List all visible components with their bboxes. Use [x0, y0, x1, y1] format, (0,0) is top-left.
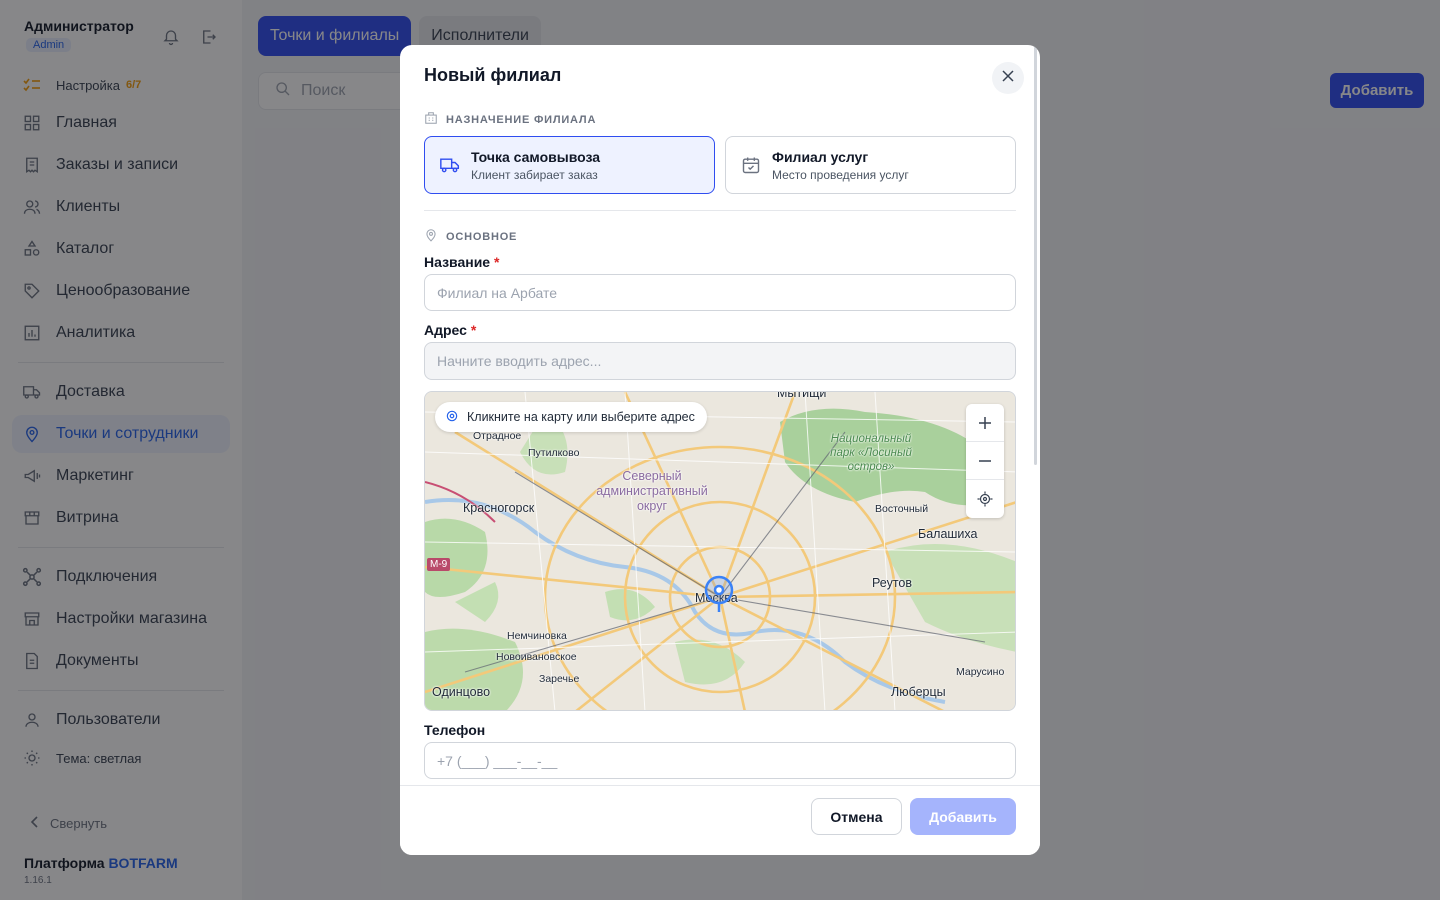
section-basic-label: ОСНОВНОЕ: [446, 230, 518, 243]
dialog-scrollbar[interactable]: [1034, 45, 1037, 465]
road-badge: М-9: [427, 558, 451, 571]
section-basic: ОСНОВНОЕ: [424, 228, 517, 245]
map-place: Немчиновка: [507, 630, 567, 642]
submit-button[interactable]: Добавить: [910, 798, 1016, 835]
map-place: Реутов: [872, 576, 913, 590]
name-label: Название *: [424, 254, 499, 270]
section-purpose: НАЗНАЧЕНИЕ ФИЛИАЛА: [424, 111, 596, 128]
locate-button[interactable]: [966, 480, 1004, 518]
phone-input[interactable]: [424, 742, 1016, 779]
map-place: Восточный: [875, 503, 929, 515]
map-place: Мытищи: [777, 391, 827, 400]
map-place: Путилково: [528, 447, 580, 459]
map-place: Северный административный округ: [596, 469, 708, 513]
address-label: Адрес *: [424, 322, 476, 338]
zoom-in-button[interactable]: [966, 404, 1004, 442]
map-place: Отрадное: [473, 430, 522, 442]
map-place: Новоивановское: [496, 651, 577, 663]
type-subtitle: Место проведения услуг: [772, 167, 909, 182]
section-divider: [424, 210, 1016, 211]
map-place: Марусино: [956, 666, 1005, 678]
address-label-text: Адрес: [424, 322, 467, 338]
map-pin-icon[interactable]: [703, 574, 735, 614]
type-title: Точка самовывоза: [471, 148, 601, 165]
name-input[interactable]: [424, 274, 1016, 311]
map-hint: Кликните на карту или выберите адрес: [435, 402, 707, 432]
type-pickup-card[interactable]: Точка самовывоза Клиент забирает заказ: [424, 136, 715, 194]
map-hint-text: Кликните на карту или выберите адрес: [467, 410, 695, 424]
section-purpose-label: НАЗНАЧЕНИЕ ФИЛИАЛА: [446, 113, 597, 126]
dialog-title: Новый филиал: [424, 65, 562, 85]
zoom-out-button[interactable]: [966, 442, 1004, 480]
new-branch-dialog: Новый филиал НАЗНАЧЕНИЕ ФИЛИАЛА Точка са…: [400, 45, 1040, 855]
type-service-card[interactable]: Филиал услуг Место проведения услуг: [725, 136, 1016, 194]
map-place: Люберцы: [891, 685, 946, 699]
map-place: Национальный парк «Лосиный остров»: [830, 433, 912, 473]
calendar-check-icon: [740, 154, 762, 176]
required-mark: *: [493, 254, 500, 270]
map-place: Балашиха: [918, 527, 978, 541]
map-place: Заречье: [539, 673, 580, 685]
close-icon: [1002, 69, 1014, 87]
name-label-text: Название: [424, 254, 491, 270]
location-icon: [424, 228, 438, 245]
dialog-footer: Отмена Добавить: [400, 785, 1040, 855]
cancel-button[interactable]: Отмена: [811, 798, 902, 835]
close-button[interactable]: [992, 62, 1024, 94]
map-place: Одинцово: [432, 685, 491, 699]
type-subtitle: Клиент забирает заказ: [471, 167, 598, 182]
type-title: Филиал услуг: [772, 148, 869, 165]
phone-label: Телефон: [424, 722, 486, 738]
map-place: Красногорск: [463, 501, 535, 515]
required-mark: *: [470, 322, 477, 338]
address-input[interactable]: [424, 342, 1016, 380]
map[interactable]: Кликните на карту или выберите адрес Мыт…: [424, 391, 1016, 711]
cursor-target-icon: [445, 409, 459, 426]
building-icon: [424, 111, 438, 128]
map-controls: [966, 404, 1004, 518]
truck-icon: [439, 154, 461, 176]
